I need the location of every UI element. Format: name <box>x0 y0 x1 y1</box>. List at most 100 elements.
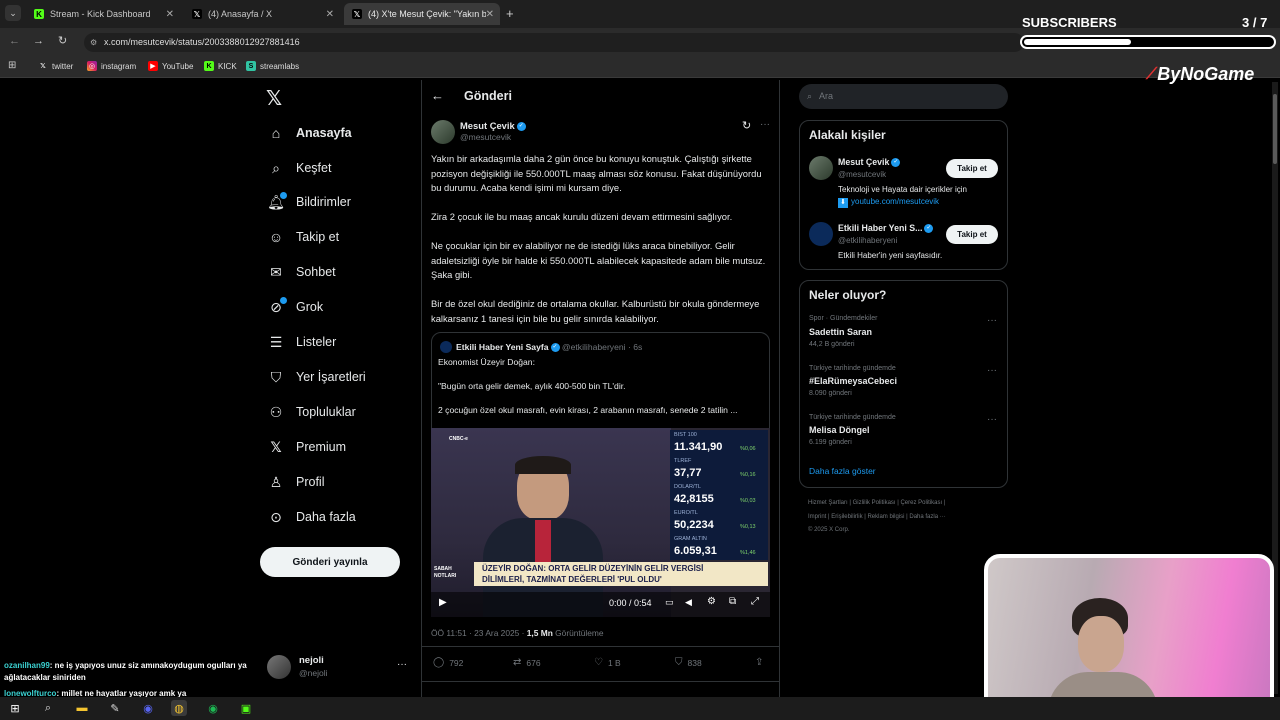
apps-icon[interactable]: ⊞ <box>8 60 16 71</box>
trend-name[interactable]: Sadettin Saran <box>809 327 872 337</box>
site-info-icon[interactable]: ⚙ <box>90 33 97 52</box>
tab-search-button[interactable]: ⌄ <box>5 5 21 21</box>
app-icon[interactable]: ▣ <box>238 700 254 716</box>
subscribers-progress-bar <box>1020 35 1276 49</box>
bookmark-label: twitter <box>52 61 74 71</box>
close-icon[interactable]: ✕ <box>486 9 494 20</box>
person-name-row[interactable]: Mesut Çevik ✓ <box>838 157 901 168</box>
settings-icon[interactable]: ⚙ <box>707 596 716 607</box>
trend-count: 6.199 gönderi <box>809 439 852 446</box>
share-icon: ⇪ <box>755 657 764 668</box>
nav-communities[interactable]: ⚇ Topluluklar <box>268 400 356 424</box>
post-views-label: Görüntüleme <box>555 628 604 638</box>
nav-home[interactable]: ⌂ Anasayfa <box>268 121 352 145</box>
repost-button[interactable]: ⇄ 676 <box>513 657 541 668</box>
search-input[interactable]: ⌕ Ara <box>799 84 1008 109</box>
grok-explain-icon[interactable]: ↻ <box>742 119 751 132</box>
file-explorer-icon[interactable]: ▬ <box>74 700 90 716</box>
author-name-row[interactable]: Mesut Çevik ✓ <box>460 120 526 132</box>
url-field[interactable]: ⚙ x.com/mesutcevik/status/20033880129278… <box>84 33 1024 52</box>
post-views: 1,5 Mn <box>526 628 553 638</box>
bookmark-instagram[interactable]: ◎ instagram <box>87 61 136 71</box>
person-name-row[interactable]: Etkili Haber Yeni S... ✓ <box>838 223 934 234</box>
bookmark-youtube[interactable]: ▶ YouTube <box>148 61 193 71</box>
person-avatar[interactable] <box>809 222 833 246</box>
nav-label: Yer İşaretleri <box>296 370 366 384</box>
nav-more[interactable]: ⊙ Daha fazla <box>268 505 356 529</box>
close-icon[interactable]: ✕ <box>166 9 174 20</box>
quote-line: 2 çocuğun özel okul masrafı, evin kirası… <box>438 405 738 415</box>
post-paragraph: Yakın bir arkadaşımla daha 2 gün önce bu… <box>431 153 762 193</box>
volume-icon[interactable]: ◀︎ <box>685 597 692 608</box>
footer-links[interactable]: Imprint | Erişilebilirlik | Reklam bilgi… <box>808 514 946 520</box>
ticker-change: %0,13 <box>740 524 756 530</box>
bookmark-twitter[interactable]: 𝕏twitter <box>38 61 73 71</box>
tab-kick-dashboard[interactable]: K Stream - Kick Dashboard ✕ <box>26 3 180 25</box>
follow-button[interactable]: Takip et <box>946 159 998 178</box>
account-name[interactable]: nejoli <box>299 655 324 666</box>
show-more-link[interactable]: Daha fazla göster <box>809 466 876 476</box>
nav-grok[interactable]: ⊘ Grok <box>268 295 323 319</box>
person-name: Mesut Çevik <box>838 157 890 167</box>
trend-name[interactable]: #ElaRümeysaCebeci <box>809 376 897 386</box>
like-button[interactable]: ♡ 1 B <box>594 657 621 668</box>
account-avatar[interactable] <box>267 655 291 679</box>
trend-more-icon[interactable]: ··· <box>987 414 997 425</box>
post-timestamp[interactable]: ÖÖ 11:51 · 23 Ara 2025 · <box>431 628 524 638</box>
chrome-icon[interactable]: ◍ <box>171 700 187 716</box>
x-logo-icon[interactable]: 𝕏 <box>266 86 282 111</box>
nav-premium[interactable]: 𝕏 Premium <box>268 435 346 459</box>
close-icon[interactable]: ✕ <box>326 9 334 20</box>
quote-time: 6s <box>633 342 643 352</box>
reply-icon: ◯ <box>433 657 445 668</box>
app-icon[interactable]: ✎ <box>107 700 123 716</box>
footer-links[interactable]: Hizmet Şartları | Gizlilik Politikası | … <box>808 500 945 506</box>
follow-button[interactable]: Takip et <box>946 225 998 244</box>
nav-follow[interactable]: ☺ Takip et <box>268 225 339 249</box>
bookmark-kick[interactable]: K KICK <box>204 61 237 71</box>
bookmark-streamlabs[interactable]: Sstreamlabs <box>246 61 299 71</box>
nav-lists[interactable]: ☰ Listeler <box>268 330 337 354</box>
nav-messages[interactable]: ✉ Sohbet <box>268 260 336 284</box>
nav-profile[interactable]: ♙ Profil <box>268 470 325 494</box>
person-bio-link[interactable]: ⬇ youtube.com/mesutcevik <box>838 197 939 208</box>
person-avatar[interactable] <box>809 156 833 180</box>
forward-icon[interactable]: → <box>33 35 44 47</box>
bookmark-button[interactable]: ⛉ 838 <box>675 657 702 668</box>
discord-icon[interactable]: ◉ <box>140 700 156 716</box>
trend-name[interactable]: Melisa Döngel <box>809 425 870 435</box>
fullscreen-icon[interactable]: ⤢ <box>751 596 759 607</box>
back-icon[interactable]: ← <box>9 35 20 47</box>
tab-x-post[interactable]: 𝕏 (4) X'te Mesut Çevik: "Yakın bir ✕ <box>344 3 500 25</box>
tab-x-home[interactable]: 𝕏 (4) Anasayfa / X ✕ <box>184 3 340 25</box>
ticker-label: BIST 100 <box>674 432 697 438</box>
bookmark-count: 838 <box>687 657 702 668</box>
trend-more-icon[interactable]: ··· <box>987 365 997 376</box>
trend-more-icon[interactable]: ··· <box>987 315 997 326</box>
ticker-value: 50,2234 <box>674 519 714 531</box>
search-icon[interactable]: ⌕ <box>40 700 56 716</box>
captions-icon[interactable]: ▭ <box>665 597 674 608</box>
spotify-icon[interactable]: ◉ <box>205 700 221 716</box>
windows-start-icon[interactable]: ⊞ <box>7 700 23 716</box>
share-button[interactable]: ⇪ <box>755 657 763 668</box>
new-tab-button[interactable]: + <box>506 6 514 21</box>
post-button[interactable]: Gönderi yayınla <box>260 547 400 577</box>
back-arrow-icon[interactable]: ← <box>431 88 444 103</box>
nav-bookmarks[interactable]: ⛉ Yer İşaretleri <box>268 365 366 389</box>
pip-icon[interactable]: ⧉ <box>729 596 736 607</box>
account-more-icon[interactable]: ··· <box>397 659 407 670</box>
ticker-change: %0,03 <box>740 498 756 504</box>
post-more-icon[interactable]: ··· <box>760 119 770 130</box>
reload-icon[interactable]: ↻ <box>58 34 67 47</box>
nav-notifications[interactable]: 🔔︎ Bildirimler <box>267 190 351 214</box>
down-arrow-icon: ⬇ <box>838 198 848 208</box>
author-avatar[interactable] <box>431 120 455 144</box>
nav-explore[interactable]: ⌕ Keşfet <box>268 156 331 180</box>
tab-title: (4) Anasayfa / X <box>208 9 273 19</box>
scrollbar-thumb[interactable] <box>1273 94 1277 164</box>
bookmark-label: YouTube <box>162 61 194 71</box>
play-icon[interactable]: ▶ <box>439 597 447 608</box>
reply-button[interactable]: ◯ 792 <box>433 657 463 668</box>
nav-label: Grok <box>296 300 324 314</box>
